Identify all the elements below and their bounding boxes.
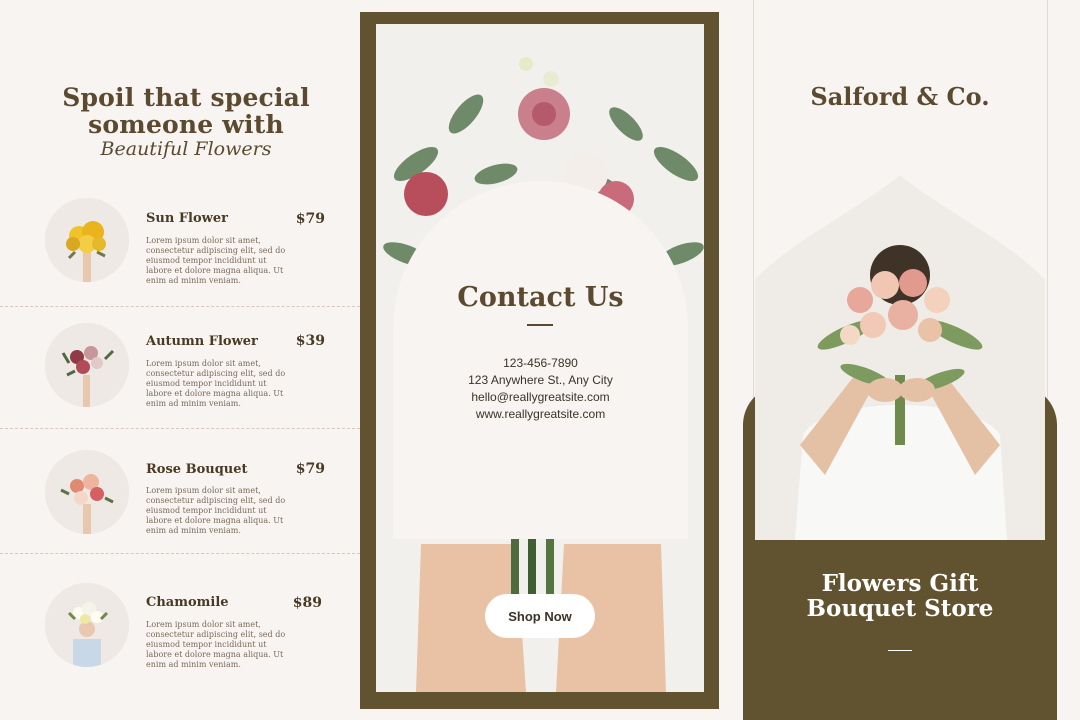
brand-name: Salford & Co. xyxy=(810,82,990,111)
store-headline-line-2: Bouquet Store xyxy=(806,595,994,622)
store-headline-line-1: Flowers Gift xyxy=(821,570,979,597)
menu-panel: Spoil that special someone with Beautifu… xyxy=(0,0,360,720)
contact-email[interactable]: hello@reallygreatsite.com xyxy=(393,390,688,404)
rose-bouquet-price: $79 xyxy=(295,461,325,477)
autumn-flower-name: Autumn Flower xyxy=(146,334,258,349)
sun-flower-name: Sun Flower xyxy=(146,211,228,226)
contact-title: Contact Us xyxy=(457,282,624,313)
store-divider xyxy=(888,650,912,651)
chamomile-photo xyxy=(45,583,129,667)
autumn-flower-photo xyxy=(45,323,129,407)
menu-divider xyxy=(0,553,360,554)
headline-line-1: Spoil that special xyxy=(62,83,310,112)
chamomile-description: Lorem ipsum dolor sit amet, consectetur … xyxy=(146,620,286,669)
menu-divider xyxy=(0,306,360,307)
contact-website[interactable]: www.reallygreatsite.com xyxy=(393,407,688,421)
autumn-flower-price: $39 xyxy=(295,333,325,349)
contact-card: Contact Us 123-456-7890 123 Anywhere St.… xyxy=(393,181,688,539)
contact-divider xyxy=(527,324,553,326)
sun-flower-photo xyxy=(45,198,129,282)
menu-divider xyxy=(0,428,360,429)
rose-bouquet-description: Lorem ipsum dolor sit amet, consectetur … xyxy=(146,486,286,535)
sun-flower-description: Lorem ipsum dolor sit amet, consectetur … xyxy=(146,236,286,285)
sun-flower-price: $79 xyxy=(295,211,325,227)
rose-bouquet-name: Rose Bouquet xyxy=(146,462,248,477)
chamomile-name: Chamomile xyxy=(146,595,229,610)
contact-address: 123 Anywhere St., Any City xyxy=(468,373,613,387)
rose-bouquet-photo xyxy=(45,450,129,534)
store-panel: Salford & Co. Flowers Gift Bouquet Store xyxy=(743,0,1057,720)
bouquet-person-photo xyxy=(755,175,1045,540)
headline-line-2: someone with xyxy=(88,110,284,139)
headline-script: Beautiful Flowers xyxy=(100,138,272,160)
chamomile-price: $89 xyxy=(292,595,322,611)
shop-now-button[interactable]: Shop Now xyxy=(485,594,595,638)
autumn-flower-description: Lorem ipsum dolor sit amet, consectetur … xyxy=(146,359,286,408)
contact-phone[interactable]: 123-456-7890 xyxy=(393,356,688,370)
